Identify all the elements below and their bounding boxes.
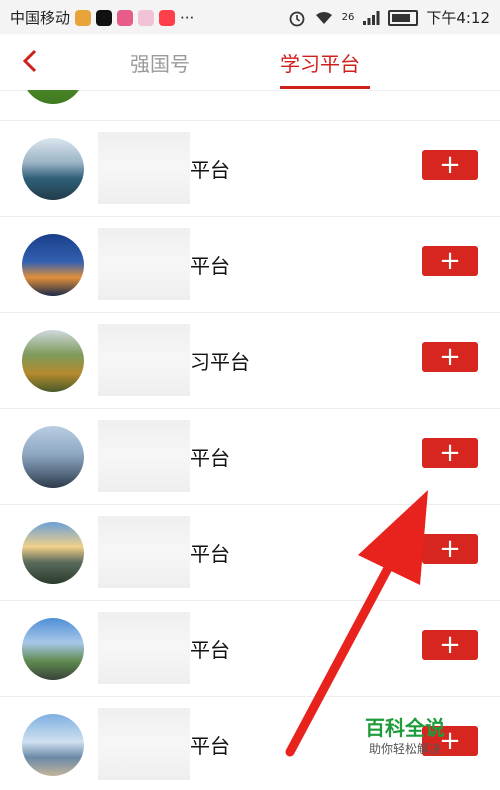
add-button[interactable]: + (422, 246, 478, 276)
blurred-name (98, 612, 190, 684)
blurred-name (98, 132, 190, 204)
platform-name: 平台 (190, 542, 230, 566)
list-item[interactable]: 平台 + (0, 600, 500, 697)
watermark-title: 百科全说 (365, 716, 445, 740)
status-bar: 中国移动 ··· 26 下午4:12 (0, 0, 500, 34)
add-button[interactable]: + (422, 438, 478, 468)
tab-qiangguohao[interactable]: 强国号 (130, 48, 190, 77)
add-button[interactable]: + (422, 150, 478, 180)
avatar (22, 330, 84, 392)
platform-name: 平台 (190, 734, 230, 758)
add-button[interactable]: + (422, 630, 478, 660)
status-right: 26 下午4:12 (288, 7, 490, 28)
list-item[interactable]: 平台 + (0, 216, 500, 313)
app-icon-1 (75, 9, 92, 26)
blurred-name (98, 324, 190, 396)
list-item[interactable]: 习平台 + (0, 312, 500, 409)
bilibili-icon (138, 9, 155, 26)
watermark-subtitle: 助你轻松解决 (368, 742, 441, 756)
platform-list: + 平台 + 平台 + 习平台 + 平台 + 平台 + 平台 + (0, 90, 500, 790)
platform-name: 平台 (190, 254, 230, 278)
platform-name: 平台 (190, 158, 230, 182)
platform-name: 习平台 (190, 350, 250, 374)
wifi-icon (315, 11, 332, 24)
blurred-name (98, 228, 190, 300)
tiktok-icon (96, 9, 113, 26)
list-item[interactable]: 平台 + (0, 504, 500, 601)
avatar (22, 138, 84, 200)
video-app-icon (159, 9, 176, 26)
alarm-icon (289, 11, 304, 26)
network-label: 26 (341, 12, 355, 23)
avatar (22, 618, 84, 680)
avatar (22, 90, 84, 104)
clock: 下午4:12 (426, 9, 490, 27)
more-notifications: ··· (180, 8, 195, 27)
platform-name: 平台 (190, 638, 230, 662)
blurred-name (98, 420, 190, 492)
avatar (22, 522, 84, 584)
battery-icon (388, 9, 419, 26)
avatar (22, 426, 84, 488)
blurred-name (98, 516, 190, 588)
status-left: 中国移动 ··· (10, 7, 194, 28)
tab-learning-platform[interactable]: 学习平台 (280, 48, 360, 77)
top-nav: 强国号 学习平台 (0, 34, 500, 91)
blurred-name (98, 708, 190, 780)
add-button[interactable]: + (422, 534, 478, 564)
carrier-label: 中国移动 (10, 9, 71, 27)
avatar (22, 234, 84, 296)
list-item[interactable]: 平台 + (0, 120, 500, 217)
app-icon-2 (117, 9, 134, 26)
add-button[interactable]: + (422, 342, 478, 372)
signal-icon (363, 10, 380, 25)
platform-name: 平台 (190, 446, 230, 470)
list-item[interactable]: 平台 + (0, 408, 500, 505)
back-chevron-icon[interactable] (16, 46, 46, 76)
active-tab-underline (280, 86, 370, 89)
avatar (22, 714, 84, 776)
list-item-partial: + (0, 90, 500, 121)
baike-watermark: 百科全说 助你轻松解决 (350, 712, 480, 772)
